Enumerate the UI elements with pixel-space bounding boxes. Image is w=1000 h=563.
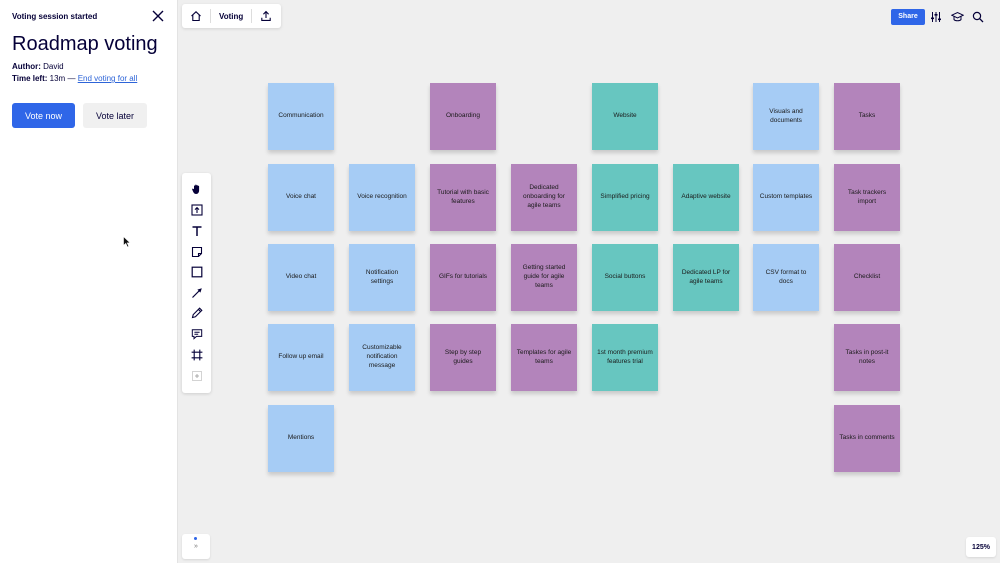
frame-tool-icon[interactable] xyxy=(189,347,204,362)
sticky-note[interactable]: Tasks xyxy=(834,83,900,150)
board-name[interactable]: Voting xyxy=(211,12,251,21)
home-icon[interactable] xyxy=(182,4,210,28)
expand-panel-button[interactable]: » xyxy=(182,534,210,559)
zoom-level[interactable]: 125% xyxy=(966,537,996,557)
sticky-note[interactable]: Onboarding xyxy=(430,83,496,150)
time-left-label: Time left: xyxy=(12,74,48,83)
notification-dot xyxy=(194,537,197,540)
time-left-info: Time left: 13m — End voting for all xyxy=(12,74,137,83)
voting-panel: Voting session started Roadmap voting Au… xyxy=(0,0,178,563)
export-icon[interactable] xyxy=(252,4,280,28)
page-title: Roadmap voting xyxy=(12,33,158,55)
hand-tool-icon[interactable] xyxy=(189,181,204,196)
board-toolbar: Voting xyxy=(182,4,281,28)
sticky-note[interactable]: GIFs for tutorials xyxy=(430,244,496,311)
sticky-note[interactable]: Tutorial with basic features xyxy=(430,164,496,231)
comment-tool-icon[interactable] xyxy=(189,326,204,341)
sticky-note[interactable]: Voice recognition xyxy=(349,164,415,231)
author-info: Author: David xyxy=(12,62,64,71)
sticky-note[interactable]: Task trackers import xyxy=(834,164,900,231)
sticky-note[interactable]: Checklist xyxy=(834,244,900,311)
author-label: Author: xyxy=(12,62,41,71)
sticky-note[interactable]: CSV format to docs xyxy=(753,244,819,311)
close-icon[interactable] xyxy=(150,8,166,24)
sticky-note[interactable]: Simplified pricing xyxy=(592,164,658,231)
text-tool-icon[interactable] xyxy=(189,223,204,238)
share-button[interactable]: Share xyxy=(891,8,925,25)
pen-tool-icon[interactable] xyxy=(189,305,204,320)
sticky-note[interactable]: Social buttons xyxy=(592,244,658,311)
tool-rail xyxy=(182,173,211,393)
sticky-note[interactable]: Voice chat xyxy=(268,164,334,231)
upload-tool-icon[interactable] xyxy=(189,202,204,217)
sticky-note[interactable]: Templates for agile teams xyxy=(511,324,577,391)
panel-header: Voting session started xyxy=(12,12,98,21)
sticky-note[interactable]: Follow up email xyxy=(268,324,334,391)
time-left-value: 13m — xyxy=(49,74,76,83)
sticky-note[interactable]: Communication xyxy=(268,83,334,150)
search-icon[interactable] xyxy=(968,8,988,25)
mouse-cursor-icon xyxy=(123,236,131,248)
sticky-note[interactable]: Notification settings xyxy=(349,244,415,311)
sticky-note[interactable]: Adaptive website xyxy=(673,164,739,231)
sticky-note[interactable]: Website xyxy=(592,83,658,150)
more-tools-icon[interactable] xyxy=(189,368,204,383)
expand-chevron-icon: » xyxy=(194,543,198,550)
sticky-note[interactable]: Tasks in post-it notes xyxy=(834,324,900,391)
sticky-note-tool-icon[interactable] xyxy=(189,244,204,259)
sticky-note[interactable]: Dedicated LP for agile teams xyxy=(673,244,739,311)
end-voting-link[interactable]: End voting for all xyxy=(78,74,138,83)
settings-sliders-icon[interactable] xyxy=(926,8,946,25)
sticky-note[interactable]: Getting started guide for agile teams xyxy=(511,244,577,311)
sticky-note[interactable]: Mentions xyxy=(268,405,334,472)
learning-cap-icon[interactable] xyxy=(947,8,967,25)
vote-later-button[interactable]: Vote later xyxy=(83,103,147,128)
author-name: David xyxy=(43,62,64,71)
vote-now-button[interactable]: Vote now xyxy=(12,103,75,128)
sticky-note[interactable]: Custom templates xyxy=(753,164,819,231)
sticky-note[interactable]: Step by step guides xyxy=(430,324,496,391)
top-right-toolbar: Share xyxy=(891,8,988,25)
sticky-note[interactable]: 1st month premium features trial xyxy=(592,324,658,391)
sticky-note[interactable]: Visuals and documents xyxy=(753,83,819,150)
sticky-note[interactable]: Tasks in comments xyxy=(834,405,900,472)
shape-tool-icon[interactable] xyxy=(189,264,204,279)
sticky-note[interactable]: Customizable notification message xyxy=(349,324,415,391)
sticky-note[interactable]: Dedicated onboarding for agile teams xyxy=(511,164,577,231)
connector-arrow-icon[interactable] xyxy=(189,285,204,300)
sticky-note[interactable]: Video chat xyxy=(268,244,334,311)
